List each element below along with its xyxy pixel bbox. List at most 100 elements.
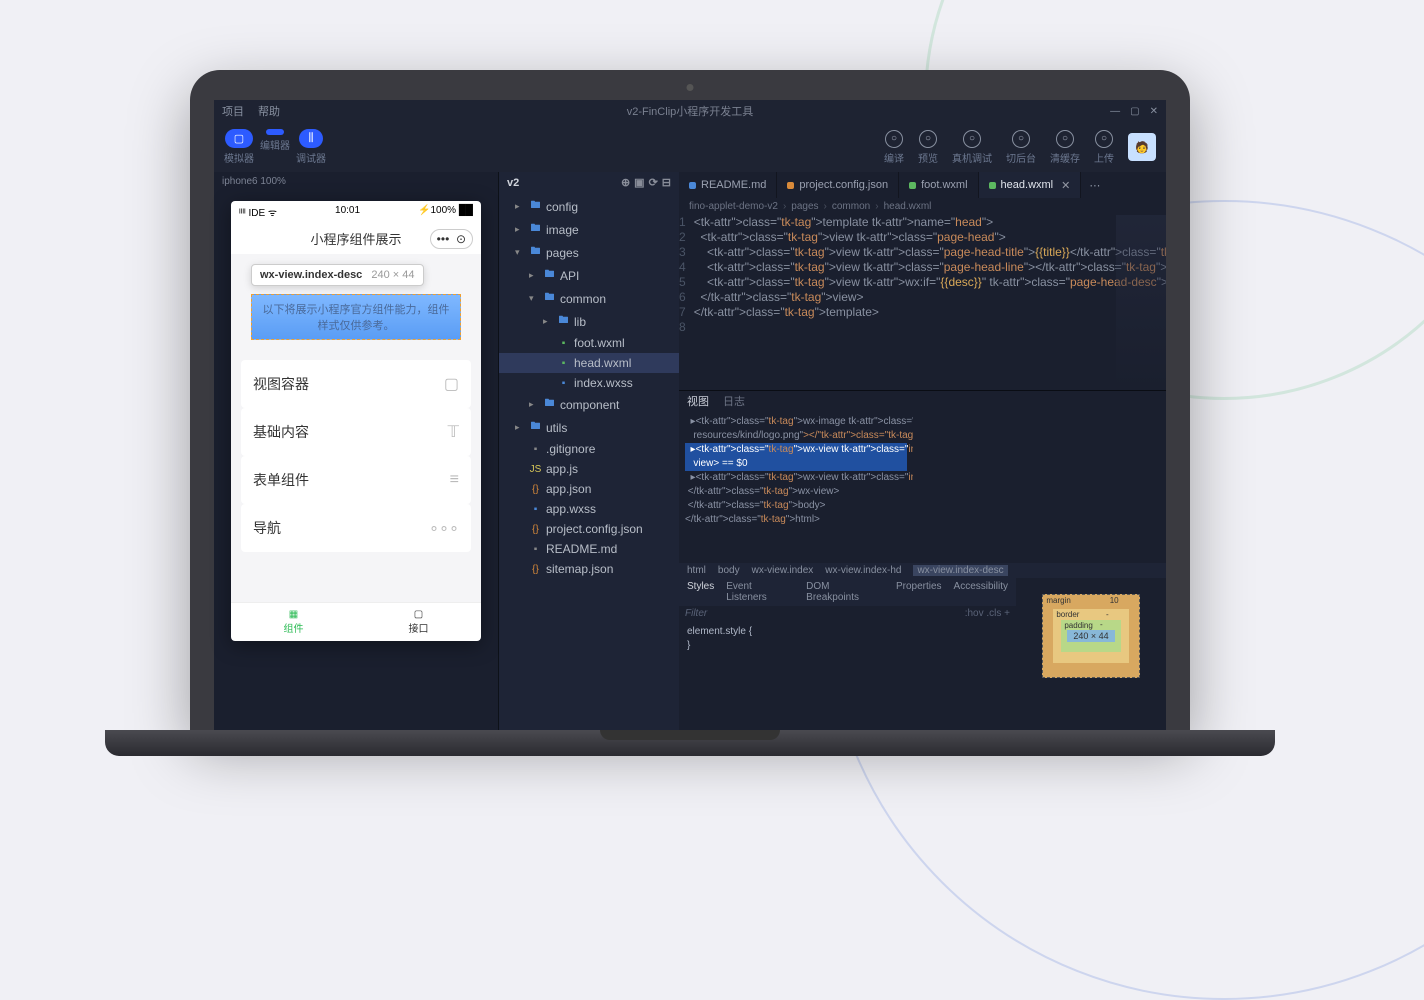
laptop-frame: 项目 帮助 v2-FinClip小程序开发工具 — ▢ ✕ ▢模拟器 编辑器 ⫼… [160, 70, 1220, 770]
tree-item[interactable]: ▪head.wxml [499, 353, 679, 373]
editor-tab[interactable]: README.md [679, 172, 777, 198]
css-rules[interactable]: element.style {}</span><span class="css-… [679, 621, 1016, 657]
code-editor[interactable]: 12345678 <tk-attr">class="tk-tag">templa… [679, 215, 1166, 390]
tab-组件[interactable]: ▦组件 [231, 603, 356, 641]
maximize-icon[interactable]: ▢ [1130, 106, 1139, 117]
list-item-label: 表单组件 [253, 470, 309, 490]
list-item[interactable]: 表单组件 ≡ [241, 456, 471, 504]
tree-item-label: pages [546, 246, 579, 260]
tree-item[interactable]: {}project.config.json [499, 519, 679, 539]
tree-item[interactable]: ▾🖿common [499, 287, 679, 310]
tree-item[interactable]: {}app.json [499, 479, 679, 499]
border-label: border [1056, 610, 1079, 619]
tab-label: README.md [701, 179, 766, 191]
tree-item[interactable]: JSapp.js [499, 459, 679, 479]
collapse-icon[interactable]: ⊟ [662, 176, 671, 189]
list-item-label: 导航 [253, 518, 281, 538]
phone-status-bar: ᴵᴵᴵᴵ IDE ᯤ 10:01 ⚡100% ██ [231, 201, 481, 223]
styles-tab[interactable]: DOM Breakpoints [806, 581, 884, 603]
tree-item-label: utils [546, 421, 567, 435]
toolbar-action-button[interactable]: ○真机调试 [952, 130, 992, 165]
phone-simulator: ᴵᴵᴵᴵ IDE ᯤ 10:01 ⚡100% ██ 小程序组件展示 ••• ⊙ … [231, 201, 481, 641]
tree-item[interactable]: ▸🖿utils [499, 416, 679, 439]
user-avatar[interactable]: 🧑 [1128, 133, 1156, 161]
tree-item[interactable]: ▪README.md [499, 539, 679, 559]
tree-item[interactable]: ▪foot.wxml [499, 333, 679, 353]
tree-item[interactable]: ▾🖿pages [499, 241, 679, 264]
toolbar-mode-button[interactable]: 编辑器 [260, 129, 290, 165]
list-item[interactable]: 基础内容 𝕋 [241, 408, 471, 456]
tree-item[interactable]: ▪index.wxss [499, 373, 679, 393]
tree-item[interactable]: ▸🖿component [499, 393, 679, 416]
filter-input[interactable]: Filter [685, 608, 707, 619]
close-tab-icon[interactable]: ✕ [1061, 179, 1070, 192]
editor-tab[interactable]: head.wxml ✕ [979, 172, 1082, 198]
list-item[interactable]: 视图容器 ▢ [241, 360, 471, 408]
editor-tab[interactable]: foot.wxml [899, 172, 978, 198]
crumb[interactable]: pages [791, 201, 818, 212]
tooltip-size: 240 × 44 [371, 269, 414, 281]
crumb[interactable]: body [718, 565, 740, 576]
crumb[interactable]: fino-applet-demo-v2 [689, 201, 778, 212]
minimap[interactable] [1116, 215, 1166, 390]
tree-item[interactable]: ▸🖿lib [499, 310, 679, 333]
tree-item-label: index.wxss [574, 376, 633, 390]
new-folder-icon[interactable]: ▣ [634, 176, 644, 189]
carrier-label: ᴵᴵᴵᴵ IDE ᯤ [239, 205, 277, 219]
highlighted-element[interactable]: 以下将展示小程序官方组件能力，组件样式仅供参考。 [251, 294, 461, 340]
tree-item[interactable]: ▪.gitignore [499, 439, 679, 459]
time-label: 10:01 [335, 205, 360, 219]
tree-item[interactable]: ▸🖿API [499, 264, 679, 287]
list-item[interactable]: 导航 ∘∘∘ [241, 504, 471, 552]
styles-tab[interactable]: Accessibility [954, 581, 1008, 603]
titlebar: 项目 帮助 v2-FinClip小程序开发工具 — ▢ ✕ [214, 100, 1166, 122]
filter-actions[interactable]: :hov .cls + [965, 608, 1010, 619]
styles-tab[interactable]: Styles [687, 581, 714, 603]
tooltip-selector: wx-view.index-desc [260, 269, 362, 281]
new-file-icon[interactable]: ⊕ [621, 176, 630, 189]
tree-item[interactable]: {}sitemap.json [499, 559, 679, 579]
tree-item-label: README.md [546, 542, 617, 556]
crumb[interactable]: html [687, 565, 706, 576]
project-root[interactable]: v2 [507, 177, 519, 189]
tree-item-label: project.config.json [546, 522, 643, 536]
crumb[interactable]: common [832, 201, 870, 212]
devtools-tab-console[interactable]: 日志 [723, 393, 745, 409]
tree-item-label: config [546, 200, 578, 214]
minimize-icon[interactable]: — [1110, 106, 1120, 117]
battery-label: ⚡100% ██ [418, 205, 473, 219]
menu-project[interactable]: 项目 [222, 103, 244, 119]
tree-item-label: app.js [546, 462, 578, 476]
editor-tab[interactable]: project.config.json [777, 172, 899, 198]
crumb[interactable]: wx-view.index-desc [913, 565, 1007, 576]
capsule-button[interactable]: ••• ⊙ [430, 229, 473, 249]
styles-tab[interactable]: Properties [896, 581, 942, 603]
tree-item[interactable]: ▸🖿config [499, 195, 679, 218]
toolbar-action-button[interactable]: ○切后台 [1006, 130, 1036, 165]
devtools-tab-elements[interactable]: 视图 [687, 393, 709, 409]
toolbar-action-button[interactable]: ○预览 [918, 130, 938, 165]
box-model: margin 10 border - padding - 240 × 44 [1016, 578, 1166, 693]
tree-item[interactable]: ▸🖿image [499, 218, 679, 241]
refresh-icon[interactable]: ⟳ [649, 176, 658, 189]
list-item-icon: ▢ [444, 374, 459, 394]
styles-tab[interactable]: Event Listeners [726, 581, 794, 603]
toolbar-action-button[interactable]: ○编译 [884, 130, 904, 165]
menu-help[interactable]: 帮助 [258, 103, 280, 119]
file-type-icon [787, 182, 794, 189]
tree-item-label: app.wxss [546, 502, 596, 516]
toolbar-action-button[interactable]: ○上传 [1094, 130, 1114, 165]
crumb[interactable]: head.wxml [884, 201, 932, 212]
tabs-overflow-icon[interactable]: ⋯ [1081, 172, 1108, 198]
elements-pane[interactable]: ▸<tk-attr">class="tk-tag">wx-image tk-at… [679, 411, 913, 563]
tree-item[interactable]: ▪app.wxss [499, 499, 679, 519]
content-size: 240 × 44 [1067, 630, 1114, 642]
tab-接口[interactable]: ▢接口 [356, 603, 481, 641]
toolbar-action-button[interactable]: ○清缓存 [1050, 130, 1080, 165]
close-icon[interactable]: ✕ [1150, 106, 1158, 117]
crumb[interactable]: wx-view.index [752, 565, 814, 576]
crumb[interactable]: wx-view.index-hd [825, 565, 901, 576]
toolbar-mode-button[interactable]: ▢模拟器 [224, 129, 254, 165]
tab-label: project.config.json [799, 179, 888, 191]
toolbar-mode-button[interactable]: ⫼调试器 [296, 129, 326, 165]
